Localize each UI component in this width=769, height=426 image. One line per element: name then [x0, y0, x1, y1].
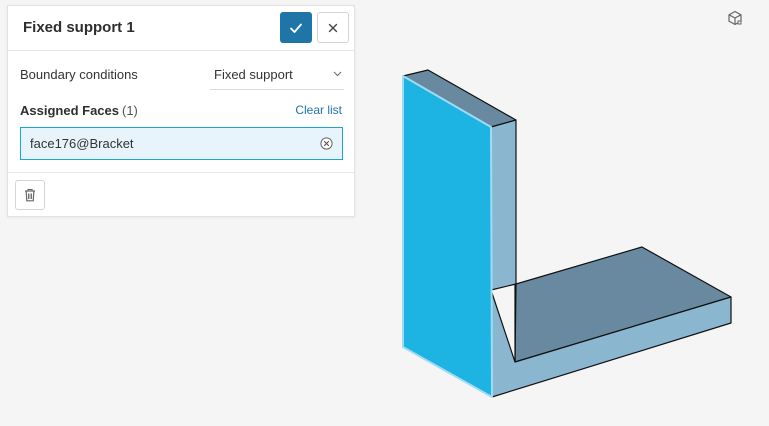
vertical-plate-side-face[interactable]	[490, 119, 517, 291]
boundary-conditions-select[interactable]: Fixed support	[210, 60, 344, 90]
delete-button[interactable]	[15, 180, 45, 210]
boundary-conditions-label: Boundary conditions	[20, 67, 138, 82]
boundary-condition-panel: Fixed support 1 Boundary conditions Fixe…	[7, 5, 355, 217]
assigned-faces-label: Assigned Faces (1)	[20, 103, 138, 118]
remove-face-button[interactable]	[320, 137, 333, 150]
assigned-faces-title: Assigned Faces	[20, 103, 119, 118]
assigned-face-label: face176@Bracket	[30, 136, 134, 151]
selected-face-176[interactable]	[402, 75, 493, 398]
panel-header: Fixed support 1	[8, 6, 354, 51]
confirm-button[interactable]	[280, 12, 312, 43]
close-button[interactable]	[317, 12, 349, 43]
trash-icon	[25, 188, 35, 202]
assigned-faces-count: (1)	[122, 103, 138, 118]
chevron-down-icon	[333, 71, 342, 77]
view-cube-icon	[728, 10, 742, 26]
close-icon	[328, 23, 338, 32]
boundary-conditions-value: Fixed support	[214, 67, 293, 82]
remove-circle-icon	[320, 137, 333, 150]
check-icon	[290, 23, 302, 33]
view-cube-button[interactable]	[727, 10, 753, 36]
assigned-face-item[interactable]: face176@Bracket	[20, 127, 343, 160]
panel-divider	[8, 172, 354, 173]
panel-title: Fixed support 1	[23, 19, 135, 36]
clear-list-link[interactable]: Clear list	[295, 103, 342, 117]
